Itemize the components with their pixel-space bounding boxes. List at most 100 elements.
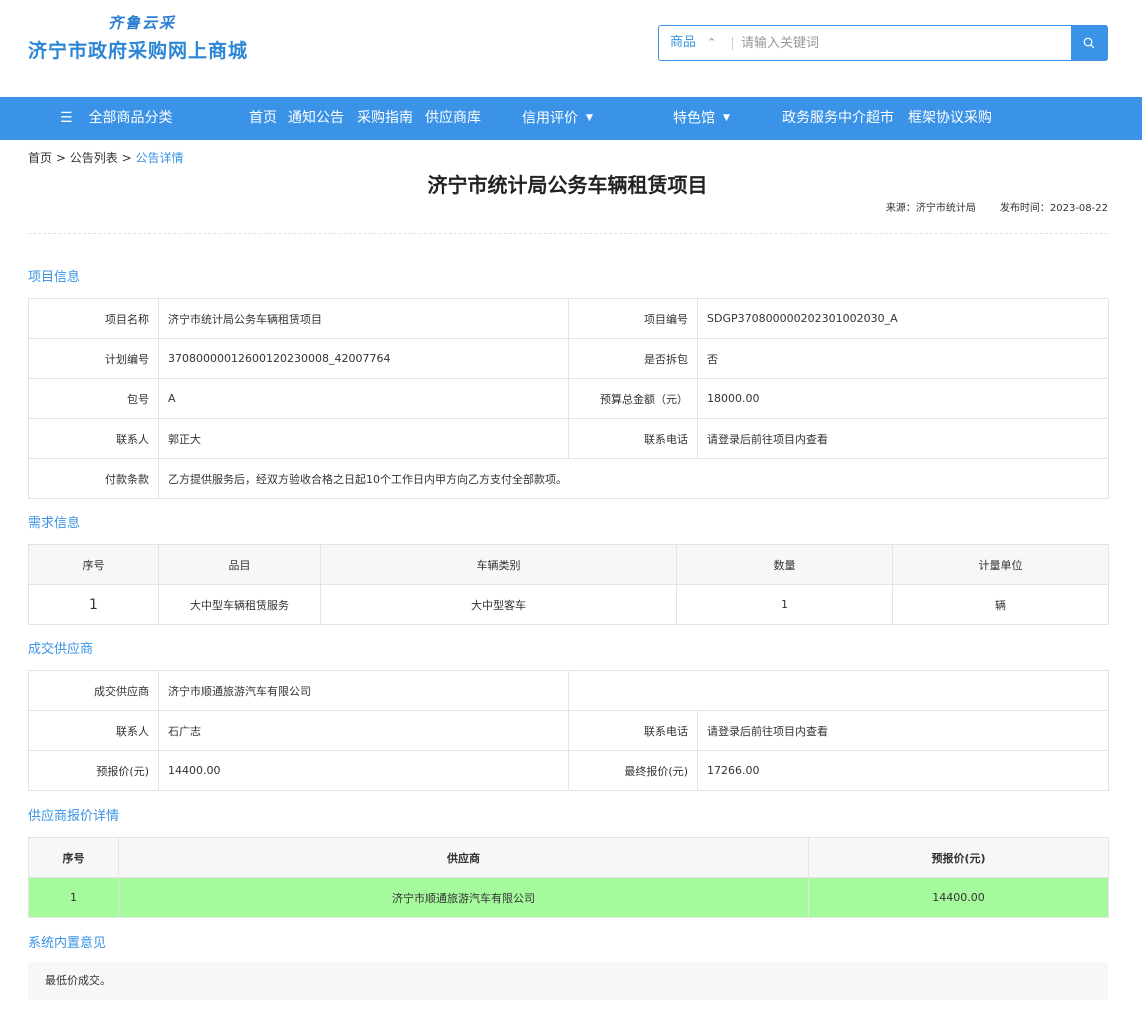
project-code-value: SDGP370800000202301002030_A [697,298,1109,339]
budget-label: 预算总金额（元） [568,378,698,419]
winner-table: 成交供应商 济宁市顺通旅游汽车有限公司 联系人 石广志 联系电话 请登录后前往项… [28,670,1109,791]
package-value: A [158,378,569,419]
site-logo[interactable]: 齐鲁云采 济宁市政府采购网上商城 [28,12,268,67]
winner-contact-value: 石广志 [158,710,569,751]
caret-down-icon: ▼ [723,113,730,123]
section-title-quote-detail: 供应商报价详情 [28,809,120,824]
search-button[interactable] [1071,25,1108,61]
contact-label: 联系人 [28,418,159,459]
notice-source: 来源：济宁市统计局 [885,203,976,214]
section-title-demand: 需求信息 [28,516,81,531]
demand-unit: 辆 [892,584,1109,625]
search-input[interactable] [741,31,1061,55]
table-row: 计划编号 37080000012600120230008_42007764 是否… [28,338,1109,379]
pre-price-label: 预报价(元) [28,750,159,791]
column-header: 序号 [28,544,159,585]
opinion-text: 最低价成交。 [45,974,111,987]
demand-vehicle-type: 大中型客车 [320,584,677,625]
plan-code-value: 37080000012600120230008_42007764 [158,338,569,379]
column-header: 预报价(元) [808,837,1109,878]
nav-all-categories[interactable]: ☰ 全部商品分类 [60,97,173,140]
table-header-row: 序号 品目 车辆类别 数量 计量单位 [28,544,1109,585]
quote-index: 1 [28,877,119,918]
list-icon: ☰ [60,110,73,126]
project-name-label: 项目名称 [28,298,159,339]
column-header: 车辆类别 [320,544,677,585]
nav-item-agency-market[interactable]: 政务服务中介超市 [782,97,894,140]
logo-title: 济宁市政府采购网上商城 [28,40,249,62]
table-row: 1 济宁市顺通旅游汽车有限公司 14400.00 [28,877,1109,918]
table-row: 联系人 石广志 联系电话 请登录后前往项目内查看 [28,710,1109,751]
nav-item-special-label: 特色馆 [673,110,715,127]
nav-item-framework[interactable]: 框架协议采购 [908,97,992,140]
main-nav: ☰ 全部商品分类 首页 通知公告 采购指南 供应商库 信用评价 ▼ 特色馆 ▼ 政务服… [0,97,1142,140]
column-header: 品目 [158,544,321,585]
winner-phone-label: 联系电话 [568,710,698,751]
column-header: 供应商 [118,837,809,878]
project-code-label: 项目编号 [568,298,698,339]
opinion-box: 最低价成交。 [28,962,1108,1000]
budget-value: 18000.00 [697,378,1109,419]
notice-meta: 来源：济宁市统计局 发布时间：2023-08-22 [862,199,1108,214]
breadcrumb-list[interactable]: 公告列表 [70,151,118,165]
nav-item-home[interactable]: 首页 [249,97,277,140]
section-title-project: 项目信息 [28,270,81,285]
demand-quantity: 1 [676,584,893,625]
table-header-row: 序号 供应商 预报价(元) [28,837,1109,878]
table-row: 成交供应商 济宁市顺通旅游汽车有限公司 [28,670,1109,711]
empty-cell [568,670,1109,711]
winner-supplier-label: 成交供应商 [28,670,159,711]
winner-phone-value: 请登录后前往项目内查看 [697,710,1109,751]
table-row: 1 大中型车辆租赁服务 大中型客车 1 辆 [28,584,1109,625]
search-icon [1083,37,1095,49]
table-row: 项目名称 济宁市统计局公务车辆租赁项目 项目编号 SDGP37080000020… [28,298,1109,339]
logo-slogan: 齐鲁云采 [108,14,177,32]
final-price-label: 最终报价(元) [568,750,698,791]
breadcrumb: 首页 > 公告列表 > 公告详情 [28,149,183,166]
nav-all-categories-label: 全部商品分类 [88,110,173,126]
nav-item-notices[interactable]: 通知公告 [288,97,344,140]
chevron-up-icon[interactable]: ⌃ [707,26,716,60]
table-row: 包号 A 预算总金额（元） 18000.00 [28,378,1109,419]
caret-down-icon: ▼ [586,113,593,123]
payment-label: 付款条款 [28,458,159,499]
payment-value: 乙方提供服务后，经双方验收合格之日起10个工作日内甲方向乙方支付全部款项。 [158,458,1109,499]
project-name-value: 济宁市统计局公务车辆租赁项目 [158,298,569,339]
table-row: 联系人 郭正大 联系电话 请登录后前往项目内查看 [28,418,1109,459]
winner-supplier-value: 济宁市顺通旅游汽车有限公司 [158,670,569,711]
breadcrumb-home[interactable]: 首页 [28,151,52,165]
nav-item-special[interactable]: 特色馆 ▼ [673,97,730,140]
pre-price-value: 14400.00 [158,750,569,791]
notice-publish-time: 发布时间：2023-08-22 [999,203,1108,214]
quote-table: 序号 供应商 预报价(元) 1 济宁市顺通旅游汽车有限公司 14400.00 [28,837,1109,918]
demand-index: 1 [28,584,159,625]
nav-item-guide[interactable]: 采购指南 [357,97,413,140]
phone-value: 请登录后前往项目内查看 [697,418,1109,459]
page-title: 济宁市统计局公务车辆租赁项目 [427,173,708,197]
table-row: 付款条款 乙方提供服务后，经双方验收合格之日起10个工作日内甲方向乙方支付全部款… [28,458,1109,499]
site-header: 齐鲁云采 济宁市政府采购网上商城 商品 ⌃ [0,0,1142,97]
nav-item-credit-label: 信用评价 [522,110,578,127]
breadcrumb-separator: > [55,151,66,165]
search-bar: 商品 ⌃ [658,25,1108,61]
nav-item-credit[interactable]: 信用评价 ▼ [522,97,593,140]
winner-contact-label: 联系人 [28,710,159,751]
column-header: 数量 [676,544,893,585]
demand-table: 序号 品目 车辆类别 数量 计量单位 1 大中型车辆租赁服务 大中型客车 1 辆 [28,544,1109,625]
demand-category: 大中型车辆租赁服务 [158,584,321,625]
search-category-select[interactable]: 商品 [670,26,696,60]
plan-code-label: 计划编号 [28,338,159,379]
split-value: 否 [697,338,1109,379]
contact-value: 郭正大 [158,418,569,459]
divider [28,233,1108,234]
table-row: 预报价(元) 14400.00 最终报价(元) 17266.00 [28,750,1109,791]
breadcrumb-current: 公告详情 [135,151,184,165]
split-label: 是否拆包 [568,338,698,379]
nav-item-suppliers[interactable]: 供应商库 [425,97,481,140]
section-title-supplier: 成交供应商 [28,642,94,657]
column-header: 计量单位 [892,544,1109,585]
breadcrumb-separator: > [121,151,132,165]
final-price-value: 17266.00 [697,750,1109,791]
section-title-opinion: 系统内置意见 [28,936,107,951]
quote-price: 14400.00 [808,877,1109,918]
